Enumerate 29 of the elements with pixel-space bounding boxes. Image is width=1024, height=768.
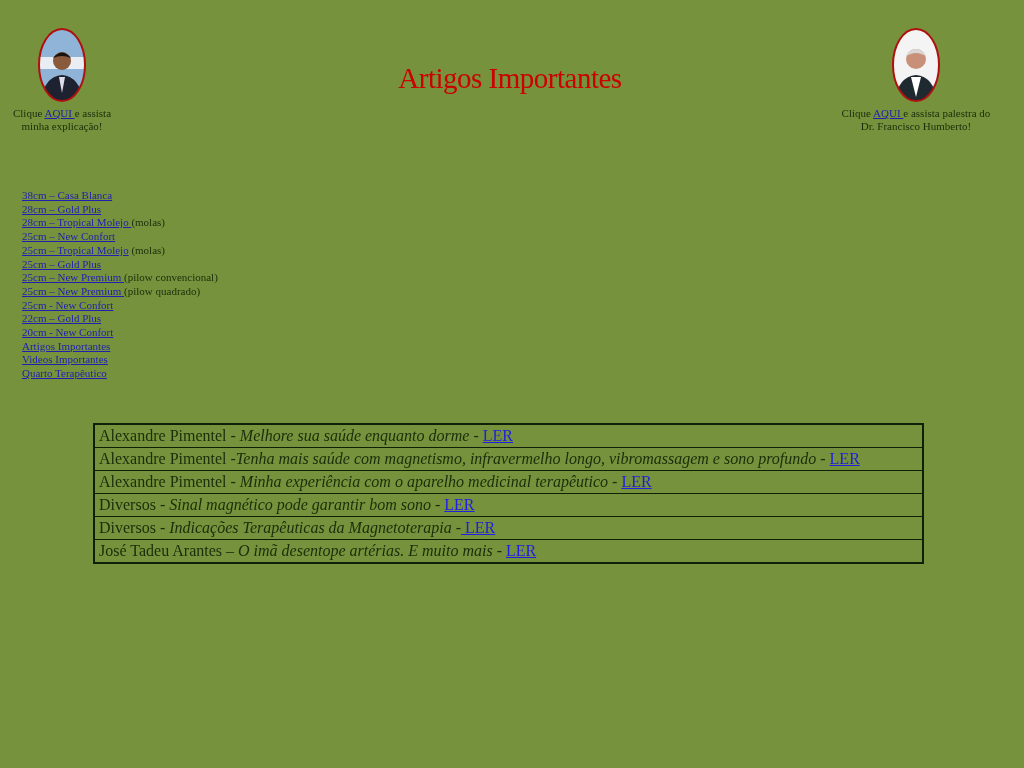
nav-link[interactable]: 22cm – Gold Plus	[22, 312, 102, 325]
nav-link[interactable]: 25cm – New Confort	[22, 230, 116, 243]
here-link[interactable]: AQUI	[873, 107, 904, 119]
nav-link[interactable]: 25cm – New Premium	[22, 284, 125, 297]
nav-note: (pilow quadrado)	[124, 284, 201, 297]
here-link[interactable]: AQUI	[44, 107, 75, 119]
nav-note: (molas)	[131, 216, 165, 229]
nav-link[interactable]: Artigos Importantes	[22, 339, 111, 352]
nav-note: (molas)	[130, 243, 165, 256]
caption: Clique AQUI e assista palestra do Dr. Francisco Humberto!	[840, 107, 992, 133]
read-link[interactable]: LER	[461, 518, 496, 536]
nav-link[interactable]: 28cm – Gold Plus	[22, 202, 102, 215]
nav-link[interactable]: Quarto Terapêutico	[22, 367, 107, 380]
read-link[interactable]: LER	[621, 472, 652, 490]
read-link[interactable]: LER	[506, 541, 537, 559]
nav-link[interactable]: Videos Importantes	[22, 353, 108, 366]
nav-note: (pilow convencional)	[124, 271, 218, 284]
page-title: Artigos Importantes	[398, 62, 622, 95]
nav-link[interactable]: 25cm – Tropical Molejo	[22, 243, 129, 256]
nav-link[interactable]: 25cm - New Confort	[22, 298, 114, 311]
nav-link[interactable]: 25cm – Gold Plus	[22, 257, 102, 270]
nav-link[interactable]: 20cm - New Confort	[22, 326, 114, 339]
read-link[interactable]: LER	[444, 495, 475, 513]
nav-link[interactable]: 38cm – Casa Blanca	[22, 189, 113, 201]
read-link[interactable]: LER	[482, 426, 513, 444]
nav-link[interactable]: 25cm – New Premium	[22, 271, 125, 284]
nav-link[interactable]: 28cm – Tropical Molejo	[22, 216, 132, 229]
read-link[interactable]: LER	[829, 449, 860, 467]
caption: Clique AQUI e assista minha explicação!	[11, 107, 113, 133]
